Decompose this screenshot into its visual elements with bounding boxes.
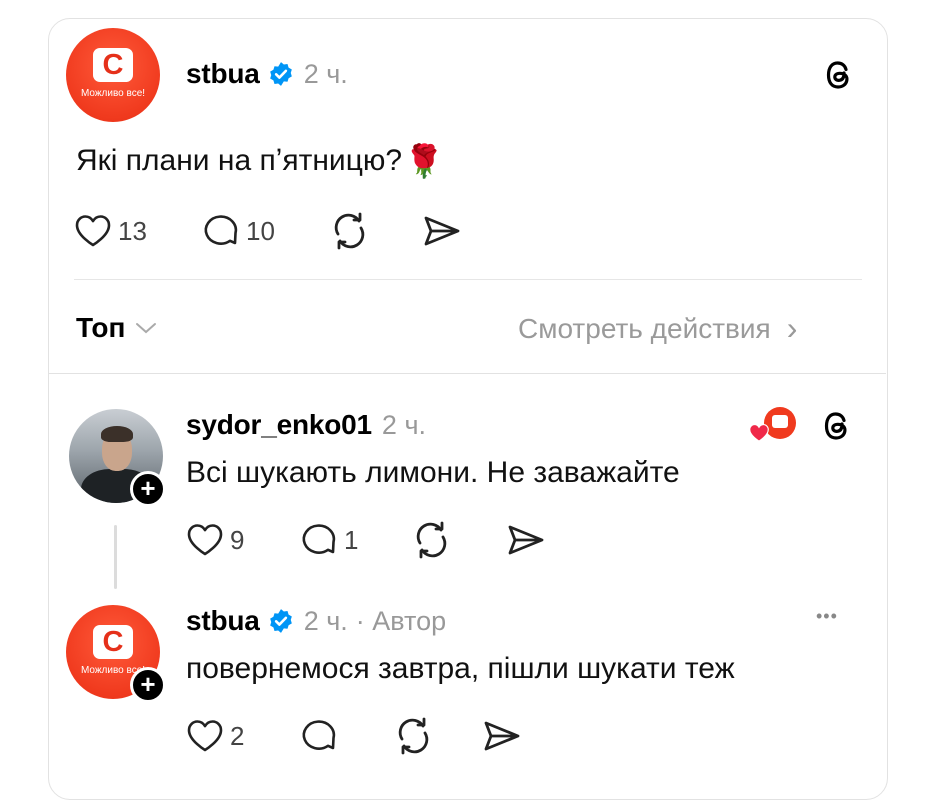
threads-logo-icon[interactable] [822, 57, 856, 93]
like-button[interactable]: 2 [186, 719, 244, 753]
sort-dropdown[interactable]: Топ [76, 312, 157, 344]
chevron-right-icon: › [786, 310, 798, 346]
verified-badge-icon [269, 609, 292, 633]
comment-icon[interactable] [300, 718, 338, 754]
verified-badge-icon [269, 62, 292, 86]
share-icon[interactable] [482, 719, 522, 753]
reply-button[interactable]: 1 [300, 522, 358, 558]
post-username[interactable]: stbua [186, 58, 260, 90]
repost-icon[interactable] [394, 717, 434, 755]
heart-icon [187, 720, 223, 752]
share-icon[interactable] [422, 214, 462, 248]
reply-count: 1 [344, 524, 359, 555]
follow-plus-icon[interactable]: + [130, 471, 166, 507]
follow-plus-icon[interactable]: + [130, 667, 166, 703]
rose-emoji: 🌹 [404, 143, 444, 179]
chevron-down-icon [136, 323, 157, 334]
reply-text: Всі шукають лимони. Не заважайте [186, 456, 680, 489]
avatar-slogan: Можливо все! [80, 88, 146, 99]
repost-icon[interactable] [412, 521, 452, 559]
heart-icon [75, 215, 111, 247]
reply-count: 10 [246, 215, 275, 246]
like-count: 2 [230, 720, 245, 751]
share-icon[interactable] [506, 523, 546, 557]
reply-time: 2 ч. [381, 409, 427, 440]
view-activity-label: Смотреть действия [518, 312, 771, 344]
red-heart-icon [749, 424, 769, 442]
post-text: Які плани на пʼятницю? [76, 144, 403, 177]
heart-icon [187, 524, 223, 556]
liked-by-author-icon [748, 407, 798, 445]
reply-time: 2 ч. [303, 605, 348, 636]
comment-icon [302, 524, 336, 554]
stb-logo: С [93, 48, 133, 82]
sort-label: Топ [76, 312, 126, 343]
stb-logo: С [93, 625, 133, 659]
like-button[interactable]: 13 [74, 214, 147, 248]
repost-icon[interactable] [330, 212, 370, 250]
stbua-avatar[interactable]: С Можливо все! [66, 28, 160, 122]
reply-button[interactable]: 10 [202, 213, 275, 249]
more-options-button[interactable]: ••• [816, 606, 838, 627]
reply-username[interactable]: stbua [186, 605, 260, 637]
section-divider [48, 373, 886, 374]
view-activity-link[interactable]: Смотреть действия › [518, 310, 797, 347]
divider [74, 279, 862, 280]
post-time: 2 ч. [303, 58, 348, 89]
thread-line [114, 525, 117, 589]
reply-text: повернемося завтра, пішли шукати теж [186, 652, 735, 685]
mini-logo [772, 415, 788, 428]
like-count: 9 [230, 524, 245, 555]
like-count: 13 [118, 215, 147, 246]
reply-username[interactable]: sydor_enko01 [186, 409, 372, 441]
threads-logo-icon[interactable] [820, 408, 854, 444]
comment-icon [204, 215, 238, 245]
like-button[interactable]: 9 [186, 523, 244, 557]
author-badge: · Автор [355, 605, 447, 636]
more-icon: ••• [816, 606, 838, 626]
avatar-hair [101, 426, 133, 442]
